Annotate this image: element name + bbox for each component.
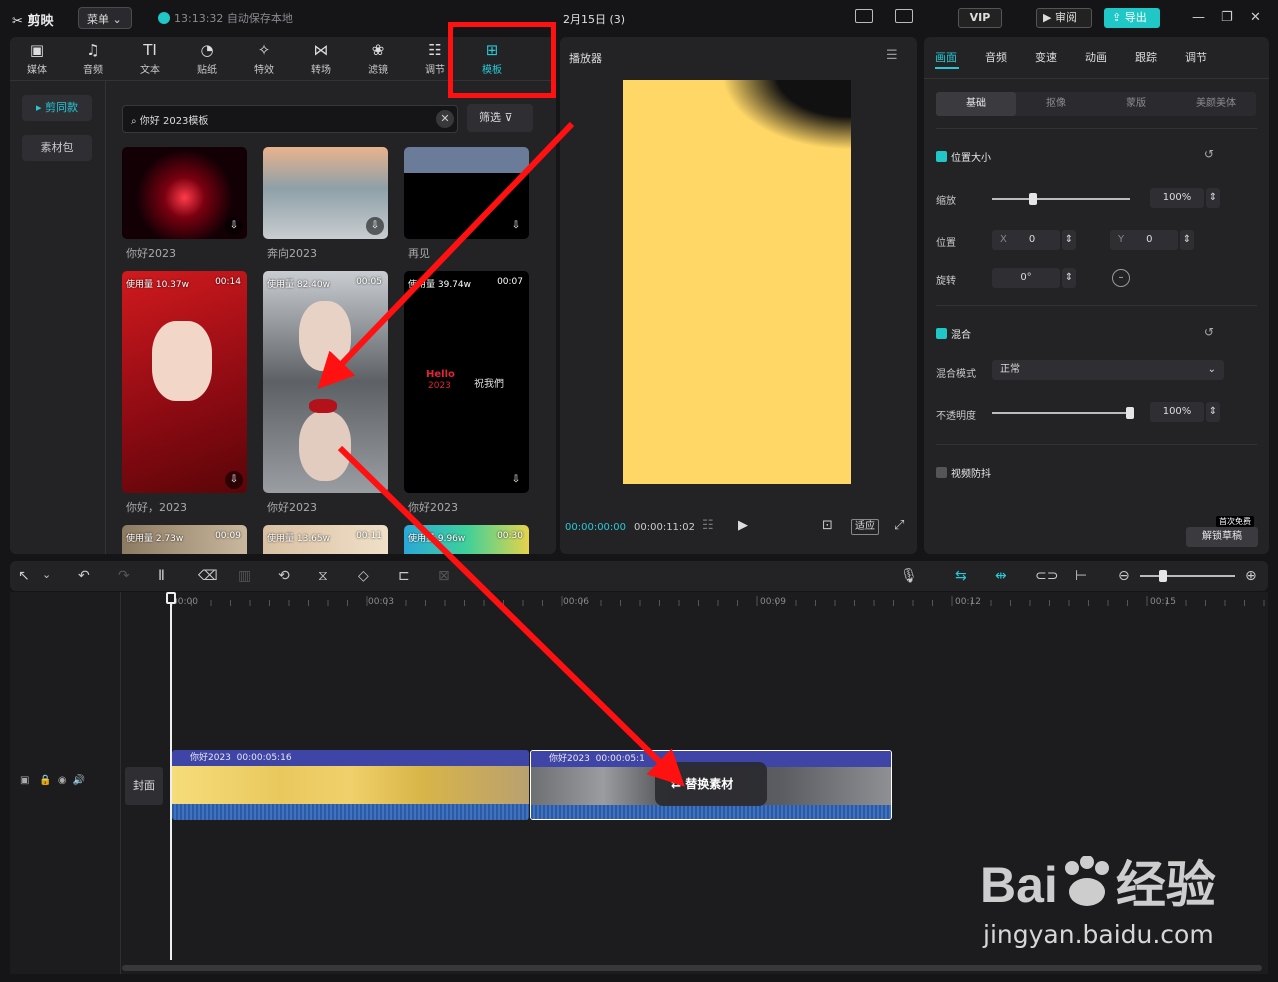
annotation-arrow: [317, 121, 575, 389]
annotation-arrow: [337, 445, 685, 787]
baidu-watermark-url: jingyan.baidu.com: [983, 920, 1214, 949]
paw-logo-icon: [1058, 855, 1116, 908]
annotation-arrows: [317, 121, 685, 787]
baidu-watermark: Bai 经验: [980, 855, 1216, 913]
